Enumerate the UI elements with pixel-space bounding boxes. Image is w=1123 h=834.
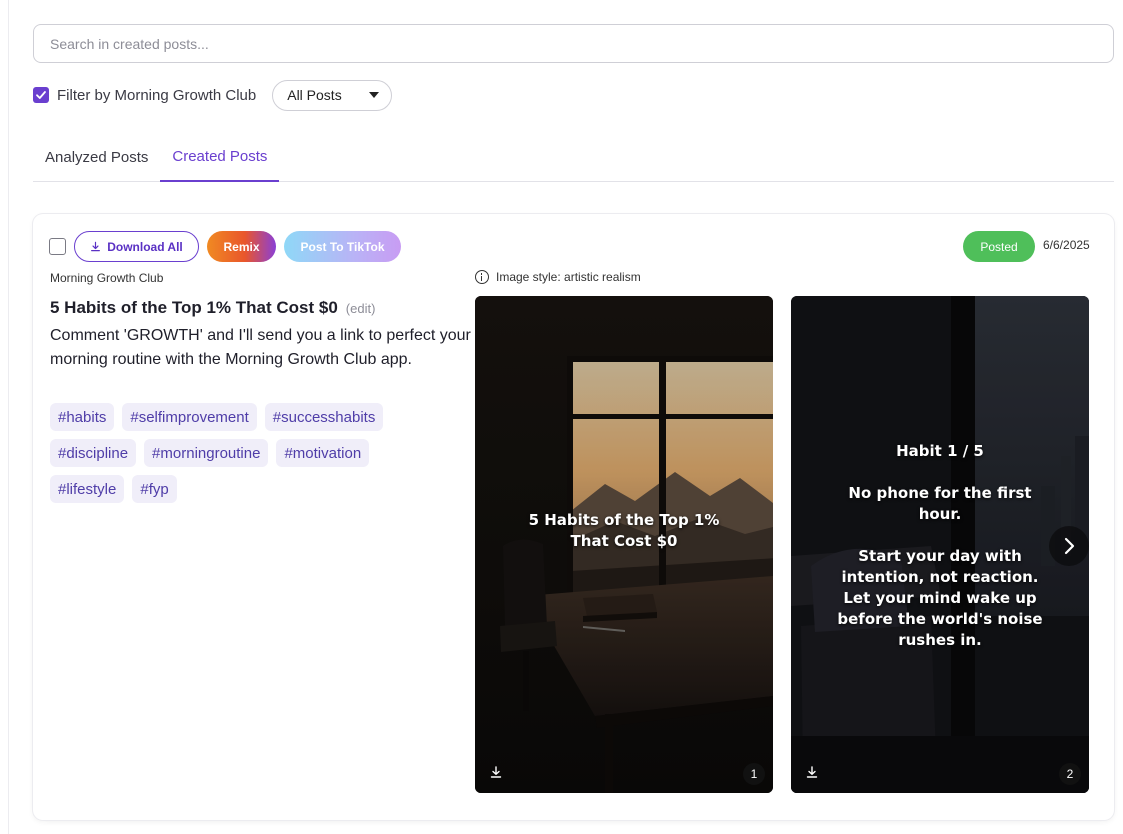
check-icon bbox=[36, 91, 46, 99]
slide-1-text: 5 Habits of the Top 1% That Cost $0 bbox=[475, 510, 773, 552]
download-icon bbox=[91, 241, 101, 252]
filter-checkbox[interactable] bbox=[33, 87, 49, 103]
hashtag[interactable]: #motivation bbox=[276, 439, 370, 467]
tab-created-posts[interactable]: Created Posts bbox=[160, 132, 280, 182]
caret-down-icon bbox=[369, 92, 380, 98]
search-input[interactable] bbox=[33, 24, 1114, 63]
slide-number-badge: 1 bbox=[743, 763, 765, 785]
slide-2-line: No phone for the first bbox=[848, 484, 1032, 502]
page-edge-divider bbox=[8, 0, 9, 834]
slide-image-1[interactable]: 5 Habits of the Top 1% That Cost $0 1 bbox=[475, 296, 773, 793]
download-icon[interactable] bbox=[489, 765, 503, 779]
filter-label: Filter by Morning Growth Club bbox=[57, 86, 257, 104]
post-to-tiktok-button[interactable]: Post To TikTok bbox=[284, 231, 401, 262]
download-icon[interactable] bbox=[805, 765, 819, 779]
status-badge: Posted bbox=[963, 231, 1035, 262]
slide-2-spacer bbox=[791, 462, 1089, 483]
tab-bar: Analyzed Posts Created Posts bbox=[33, 132, 1114, 182]
select-value: All Posts bbox=[287, 87, 342, 103]
hashtag[interactable]: #morningroutine bbox=[144, 439, 269, 467]
slide-2-spacer bbox=[791, 525, 1089, 546]
slide-2-line: Habit 1 / 5 bbox=[896, 442, 984, 460]
slide-image-2[interactable]: Habit 1 / 5 No phone for the first hour.… bbox=[791, 296, 1089, 793]
hashtag-list: #habits #selfimprovement #successhabits … bbox=[50, 403, 440, 503]
remix-button[interactable]: Remix bbox=[207, 231, 276, 262]
hashtag[interactable]: #fyp bbox=[132, 475, 177, 503]
image-style-label: Image style: artistic realism bbox=[496, 270, 641, 284]
post-title: 5 Habits of the Top 1% That Cost $0 bbox=[50, 298, 338, 317]
slide-2-line: Let your mind wake up bbox=[843, 589, 1037, 607]
slide-1-line: 5 Habits of the Top 1% bbox=[528, 511, 720, 529]
post-caption: Comment 'GROWTH' and I'll send you a lin… bbox=[50, 327, 471, 368]
slide-2-line: hour. bbox=[918, 505, 962, 523]
account-name: Morning Growth Club bbox=[50, 271, 164, 285]
post-filter-select[interactable]: All Posts bbox=[272, 79, 393, 111]
hashtag[interactable]: #selfimprovement bbox=[122, 403, 257, 431]
slide-2-line: rushes in. bbox=[898, 631, 982, 649]
slide-2-text: Habit 1 / 5 No phone for the first hour.… bbox=[791, 441, 1089, 651]
download-all-button[interactable]: Download All bbox=[74, 231, 199, 262]
slide-2-line: intention, not reaction. bbox=[841, 568, 1039, 586]
slide-2-line: before the world's noise bbox=[837, 610, 1043, 628]
post-select-checkbox[interactable] bbox=[49, 238, 66, 255]
tab-analyzed-posts[interactable]: Analyzed Posts bbox=[33, 132, 160, 182]
slide-2-line: Start your day with bbox=[858, 547, 1022, 565]
slide-1-line: That Cost $0 bbox=[570, 532, 678, 550]
info-icon bbox=[475, 270, 489, 284]
slide-number-badge: 2 bbox=[1059, 763, 1081, 785]
post-title-row: 5 Habits of the Top 1% That Cost $0 (edi… bbox=[50, 298, 375, 318]
hashtag[interactable]: #lifestyle bbox=[50, 475, 125, 503]
next-slide-button[interactable] bbox=[1049, 526, 1089, 566]
download-all-label: Download All bbox=[107, 239, 183, 254]
post-card: Download All Remix Post To TikTok Posted… bbox=[33, 214, 1114, 820]
hashtag[interactable]: #habits bbox=[50, 403, 115, 431]
chevron-right-icon bbox=[1064, 537, 1075, 555]
hashtag[interactable]: #successhabits bbox=[264, 403, 384, 431]
image-style-note: Image style: artistic realism bbox=[475, 270, 641, 284]
hashtag[interactable]: #discipline bbox=[50, 439, 137, 467]
filter-row: Filter by Morning Growth Club All Posts bbox=[33, 79, 393, 111]
edit-title-link[interactable]: (edit) bbox=[346, 301, 376, 316]
post-date: 6/6/2025 bbox=[1043, 238, 1090, 252]
